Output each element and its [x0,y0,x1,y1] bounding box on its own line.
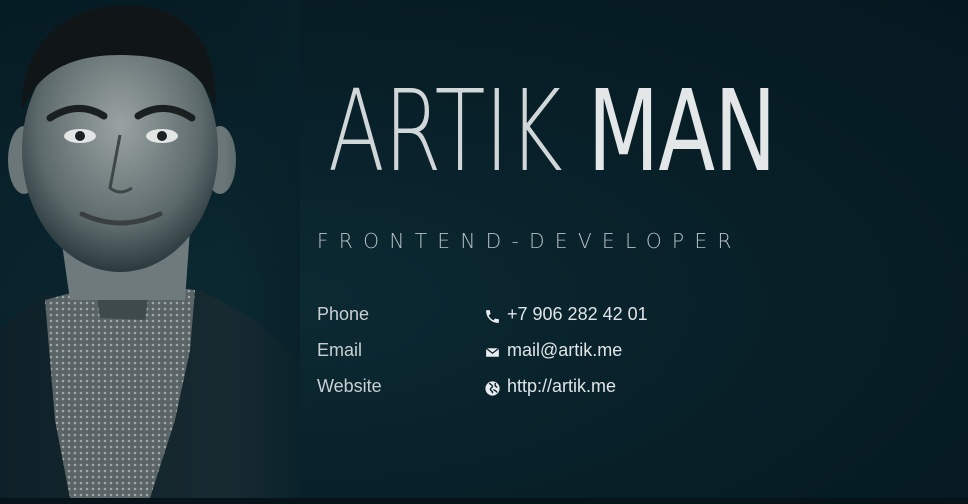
email-link[interactable]: mail@artik.me [507,340,622,361]
website-link[interactable]: http://artik.me [507,376,616,397]
job-title: FRONTEND-DEVELOPER [317,229,742,253]
contact-row-email: Email mail@artik.me [317,340,777,376]
phone-icon [484,308,501,325]
contact-list: Phone +7 906 282 42 01 Email mail@artik.… [317,304,777,412]
contact-label-phone: Phone [317,304,370,324]
first-name: ARTIK [328,67,563,197]
contact-label-website: Website [317,376,382,396]
contact-row-website: Website http://artik.me [317,376,777,412]
contact-label-email: Email [317,340,363,360]
contact-row-phone: Phone +7 906 282 42 01 [317,304,777,340]
bottom-border [0,498,968,504]
phone-link[interactable]: +7 906 282 42 01 [507,304,648,325]
globe-icon [484,380,501,397]
envelope-icon [484,344,501,361]
profile-name: ARTIK MAN [328,76,776,188]
portrait-photo [0,0,300,498]
last-name: MAN [587,67,777,197]
